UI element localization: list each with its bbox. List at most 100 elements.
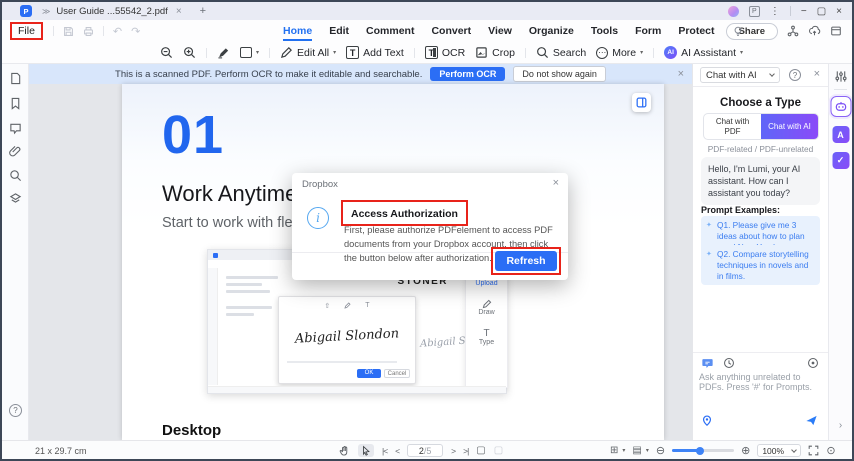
zoom-out-icon[interactable] <box>160 46 173 59</box>
embedded-signature: Abigail Slondon <box>294 326 400 347</box>
bookmark-icon[interactable] <box>9 97 22 110</box>
mini-pencil-icon <box>344 302 351 309</box>
prompt-example-2[interactable]: ✦ Q2. Compare storytelling techniques in… <box>701 245 820 286</box>
ai-robot-icon[interactable] <box>830 96 851 117</box>
proofread-check-icon[interactable]: ✓ <box>832 152 849 169</box>
zoom-slider-knob[interactable] <box>695 446 704 455</box>
dialog-heading: Access Authorization <box>351 208 458 220</box>
sparkle-icon: ✦ <box>706 251 712 258</box>
assistant-greeting: Hello, I'm Lumi, your AI assistant. How … <box>701 157 820 206</box>
embedded-panel-type: T Type <box>478 328 495 346</box>
menu-tools[interactable]: Tools <box>591 22 618 41</box>
read-mode-icon[interactable]: ⊙ <box>826 444 835 457</box>
attachments-icon[interactable] <box>9 145 22 158</box>
save-icon[interactable] <box>63 26 74 37</box>
page-number-input[interactable]: 2 /5 <box>407 444 444 457</box>
help-icon[interactable]: ? <box>9 404 22 417</box>
menu-home[interactable]: Home <box>283 22 313 41</box>
maximize-button[interactable]: ▢ <box>817 6 826 17</box>
tab-close-icon[interactable]: × <box>174 6 184 17</box>
dialog-close-icon[interactable]: × <box>553 177 559 189</box>
search-button[interactable]: Search <box>536 46 586 59</box>
tips-lamp-icon[interactable] <box>732 25 744 37</box>
divider <box>834 89 847 90</box>
hide-toolbar-icon[interactable] <box>830 25 842 37</box>
next-page-button[interactable]: > <box>451 446 456 456</box>
main-menu: Home Edit Comment Convert View Organize … <box>283 22 744 41</box>
cloud-upload-icon[interactable] <box>808 25 821 37</box>
feedback-icon[interactable]: P <box>748 5 760 17</box>
undo-icon[interactable]: ↶ <box>113 25 122 38</box>
menu-edit[interactable]: Edit <box>329 22 349 41</box>
edit-all-button[interactable]: Edit All ▾ <box>280 46 336 59</box>
select-tool-button[interactable] <box>358 444 374 457</box>
search-icon <box>536 47 548 59</box>
zoom-in-button[interactable]: ⊕ <box>741 444 750 457</box>
chat-mode-icon[interactable] <box>701 357 714 369</box>
section-label: Desktop <box>162 422 222 439</box>
history-icon[interactable] <box>723 357 735 369</box>
dialog-heading-highlight: Access Authorization <box>341 200 468 226</box>
add-text-button[interactable]: T Add Text <box>346 46 404 59</box>
redo-icon[interactable]: ↷ <box>131 25 140 38</box>
zoom-out-button[interactable]: ⊖ <box>656 444 665 457</box>
perform-ocr-button[interactable]: Perform OCR <box>430 67 506 81</box>
more-button[interactable]: ⋯ More ▾ <box>596 46 643 59</box>
rotate-left-icon[interactable]: ▢ <box>476 445 485 456</box>
menu-form[interactable]: Form <box>635 22 661 41</box>
send-icon[interactable] <box>805 414 818 427</box>
chat-settings-icon[interactable] <box>807 357 819 369</box>
refresh-button[interactable]: Refresh <box>495 251 557 271</box>
chat-with-pdf-tab[interactable]: Chat with PDF <box>704 114 761 139</box>
notification-close-icon[interactable]: × <box>678 68 684 80</box>
chat-input[interactable] <box>699 372 822 404</box>
thumbnails-icon[interactable] <box>9 72 22 85</box>
search-panel-icon[interactable] <box>9 169 22 182</box>
translate-icon[interactable]: A <box>832 126 849 143</box>
comments-icon[interactable] <box>9 122 22 135</box>
more-menu-icon[interactable]: ⋮ <box>770 6 780 17</box>
fullscreen-icon[interactable] <box>808 445 819 456</box>
sliders-icon[interactable] <box>834 70 847 83</box>
last-page-button[interactable]: >| <box>463 446 469 456</box>
menu-convert[interactable]: Convert <box>431 22 471 41</box>
notification-message: This is a scanned PDF. Perform OCR to ma… <box>115 68 423 80</box>
zoom-slider[interactable] <box>672 446 735 455</box>
document-tab[interactable]: ≫ User Guide ...55542_2.pdf × <box>42 6 184 17</box>
minimize-button[interactable]: − <box>801 6 807 17</box>
ocr-button[interactable]: T OCR <box>424 46 465 59</box>
previous-page-button[interactable]: < <box>395 446 400 456</box>
scroll-mode-button[interactable]: ▤ ▾ <box>632 445 648 456</box>
highlighter-icon[interactable] <box>217 46 230 59</box>
floating-panel-icon[interactable] <box>632 93 651 112</box>
menu-comment[interactable]: Comment <box>366 22 414 41</box>
document-area: This is a scanned PDF. Perform OCR to ma… <box>29 64 692 440</box>
chat-with-ai-tab[interactable]: Chat with AI <box>761 114 818 139</box>
shape-tool-button[interactable]: ▾ <box>240 47 259 58</box>
share-nodes-icon[interactable] <box>787 25 799 37</box>
panel-close-icon[interactable]: × <box>814 68 820 80</box>
zoom-in-icon[interactable] <box>183 46 196 59</box>
hand-tool-icon[interactable] <box>339 445 350 457</box>
panel-help-icon[interactable]: ? <box>789 69 801 81</box>
close-button[interactable]: × <box>836 6 842 17</box>
new-tab-button[interactable]: + <box>200 5 206 17</box>
crop-button[interactable]: Crop <box>475 46 515 59</box>
user-avatar[interactable] <box>727 5 739 17</box>
menu-organize[interactable]: Organize <box>529 22 574 41</box>
first-page-button[interactable]: |< <box>382 446 388 456</box>
chat-mode-select[interactable]: Chat with AI <box>700 67 780 83</box>
ai-assistant-button[interactable]: AI AI Assistant ▾ <box>664 46 743 59</box>
signature-stamp-icon[interactable] <box>9 192 22 205</box>
zoom-level-select[interactable]: 100% <box>757 444 802 457</box>
menu-protect[interactable]: Protect <box>678 22 714 41</box>
print-icon[interactable] <box>83 26 94 37</box>
dismiss-button[interactable]: Do not show again <box>513 66 606 82</box>
menu-view[interactable]: View <box>488 22 512 41</box>
page-layout-button[interactable]: ⊞ ▾ <box>610 445 625 456</box>
file-menu-button[interactable]: File <box>10 22 43 40</box>
collapse-panel-icon[interactable]: › <box>839 420 842 431</box>
ocr-notification-bar: This is a scanned PDF. Perform OCR to ma… <box>29 64 692 84</box>
location-pin-icon[interactable] <box>701 414 713 427</box>
mini-logo-icon <box>213 252 218 258</box>
